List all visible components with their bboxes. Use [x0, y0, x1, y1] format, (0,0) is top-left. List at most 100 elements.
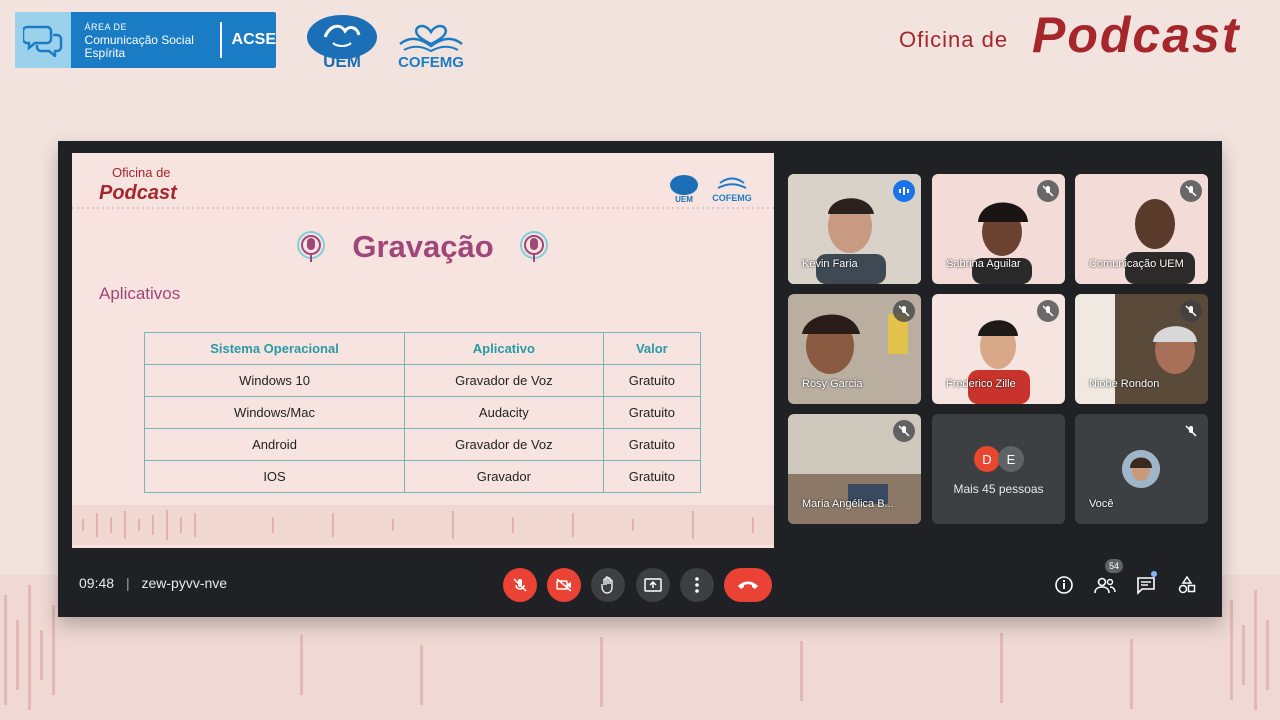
microphone-toggle-button[interactable] [503, 568, 537, 602]
slide-subtitle: Aplicativos [99, 284, 181, 303]
participant-name: Comunicação UEM [1089, 258, 1184, 270]
info-icon [1055, 576, 1073, 594]
participant-name: Rosy Garcia [802, 378, 863, 390]
table-row: Windows/Mac Audacity Gratuito [143, 396, 702, 429]
acse-line1: ÁREA DE [84, 21, 128, 32]
participants-count-badge: 54 [1105, 559, 1123, 573]
meeting-details-button[interactable] [1052, 573, 1076, 597]
participant-name: Frederico Zille [946, 378, 1016, 390]
participant-tile[interactable]: Kevin Faria [788, 174, 921, 284]
meeting-info-separator: | [125, 575, 130, 591]
column-header: Sistema Operacional [143, 332, 406, 365]
meeting-info: 09:48 | zew-pyvv-nve [79, 575, 227, 591]
more-vertical-icon [695, 577, 699, 593]
slide-title: Gravação [352, 229, 494, 264]
table-cell: IOS [143, 460, 406, 493]
table-row: Windows 10 Gravador de Voz Gratuito [143, 364, 702, 397]
uem-logo: UEM [305, 13, 379, 71]
present-screen-button[interactable] [636, 568, 670, 602]
people-icon [1094, 577, 1116, 594]
participant-tile[interactable]: Frederico Zille [932, 294, 1065, 404]
table-header-row: Sistema Operacional Aplicativo Valor [143, 332, 702, 365]
mic-off-icon [893, 420, 915, 442]
self-name: Você [1089, 498, 1114, 510]
table-cell: Gravador de Voz [404, 364, 604, 397]
participant-avatar: D [974, 446, 1000, 472]
unread-indicator [1151, 571, 1157, 577]
more-options-button[interactable] [680, 568, 714, 602]
table-cell: Audacity [404, 396, 604, 429]
mic-off-icon [1037, 300, 1059, 322]
cofemg-logo-text: COFEMG [398, 54, 464, 70]
table-cell: Windows/Mac [143, 396, 406, 429]
mic-off-icon [893, 300, 915, 322]
acse-description: ÁREA DE Comunicação Social Espírita [71, 21, 204, 60]
mic-off-icon [1037, 180, 1059, 202]
more-people-label: Mais 45 pessoas [953, 482, 1044, 496]
slide-logo-cofemg-text: COFEMG [712, 193, 752, 203]
table-cell: Gratuito [602, 428, 702, 461]
participant-avatar: E [998, 446, 1024, 472]
camera-off-icon [556, 578, 572, 592]
shared-slide: Oficina de Podcast UEM COFEMG Gravação A… [72, 153, 774, 548]
table-cell: Gravador de Voz [404, 428, 604, 461]
mic-off-icon [1180, 300, 1202, 322]
column-header: Valor [602, 332, 702, 365]
mic-off-icon [513, 578, 527, 592]
slide-logo-uem-text: UEM [675, 195, 693, 203]
table-row: Android Gravador de Voz Gratuito [143, 428, 702, 461]
brand-title: Podcast [1032, 7, 1241, 63]
chat-bubbles-icon [15, 12, 71, 68]
participant-name: Maria Angélica B... [802, 498, 894, 510]
slide-brand-title: Podcast [99, 182, 177, 204]
table-cell: Gravador [404, 460, 604, 493]
cofemg-logo: COFEMG [394, 12, 468, 71]
hang-up-icon [738, 581, 758, 589]
participant-tile[interactable]: Niobe Rondon [1075, 294, 1208, 404]
mic-off-icon [1180, 420, 1202, 442]
podcast-mic-icon [520, 231, 548, 262]
table-cell: Gratuito [602, 460, 702, 493]
more-people-tile[interactable]: D E Mais 45 pessoas [932, 414, 1065, 524]
leave-call-button[interactable] [724, 568, 772, 602]
participant-name: Niobe Rondon [1089, 378, 1160, 390]
acse-name: ACSE [231, 31, 276, 48]
self-tile[interactable]: Você [1075, 414, 1208, 524]
table-row: IOS Gravador Gratuito [143, 460, 702, 493]
meeting-code: zew-pyvv-nve [141, 575, 228, 591]
participant-tile[interactable]: Sabrina Aguilar [932, 174, 1065, 284]
speaking-indicator-icon [893, 180, 915, 202]
activities-button[interactable] [1175, 573, 1199, 597]
table-cell: Gratuito [602, 364, 702, 397]
meeting-time: 09:48 [79, 575, 115, 591]
participant-tile[interactable]: Comunicação UEM [1075, 174, 1208, 284]
table-cell: Android [143, 428, 406, 461]
slide-brand-subtitle: Oficina de [112, 165, 171, 180]
table-cell: Gratuito [602, 396, 702, 429]
apps-table: Sistema Operacional Aplicativo Valor Win… [143, 332, 702, 493]
mic-off-icon [1180, 180, 1202, 202]
hand-icon [601, 576, 613, 594]
uem-logo-text: UEM [323, 52, 361, 69]
chat-icon [1137, 577, 1155, 595]
self-avatar [1122, 450, 1160, 488]
acse-separator [219, 22, 222, 58]
participants-button[interactable] [1093, 573, 1117, 597]
participant-tile[interactable]: Maria Angélica B... [788, 414, 921, 524]
participant-name: Sabrina Aguilar [946, 258, 1021, 270]
participant-name: Kevin Faria [802, 258, 858, 270]
raise-hand-button[interactable] [591, 568, 625, 602]
acse-logo: ÁREA DE Comunicação Social Espírita ACSE [15, 12, 276, 68]
meeting-window: Oficina de Podcast UEM COFEMG Gravação A… [58, 141, 1222, 617]
acse-line2: Comunicação Social [84, 32, 194, 47]
camera-toggle-button[interactable] [547, 568, 581, 602]
slide-audio-wave [72, 505, 774, 545]
slide-logos: UEM COFEMG [670, 175, 752, 203]
activities-icon [1178, 575, 1196, 594]
column-header: Aplicativo [404, 332, 604, 365]
present-screen-icon [644, 578, 662, 592]
slide-dotted-divider [72, 207, 774, 209]
table-cell: Windows 10 [143, 364, 406, 397]
participant-tile[interactable]: Rosy Garcia [788, 294, 921, 404]
acse-line3: Espírita [84, 45, 126, 60]
